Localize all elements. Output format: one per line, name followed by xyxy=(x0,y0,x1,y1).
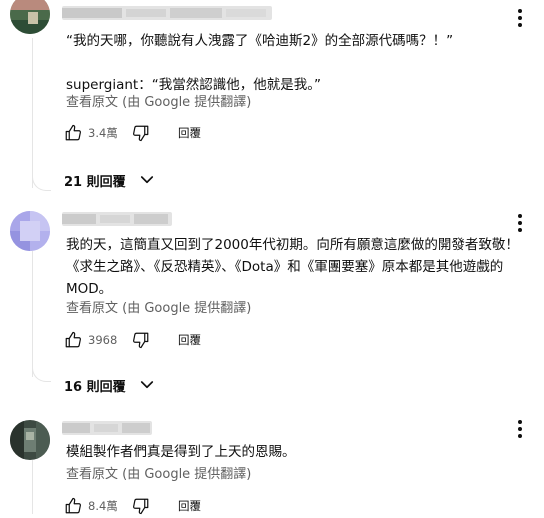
like-count: 8.4萬 xyxy=(88,499,118,513)
replies-count-label: 21 則回覆 xyxy=(64,174,126,190)
thumb-down-icon[interactable] xyxy=(132,497,150,515)
thumb-down-icon[interactable] xyxy=(132,331,150,349)
comment-1: “我的天哪，你聽說有人洩露了《哈迪斯2》的全部源代碼嗎？！” supergian… xyxy=(0,0,544,200)
see-original-link[interactable]: 查看原文 (由 Google 提供翻譯) xyxy=(66,94,251,112)
comment-2: 我的天，這簡直又回到了2000年代初期。向所有願意這麼做的開發者致敬！《求生之路… xyxy=(0,205,544,405)
author-name[interactable] xyxy=(62,212,172,226)
view-replies-button[interactable]: 21 則回覆 xyxy=(64,169,156,191)
thumb-up-icon[interactable] xyxy=(64,497,82,515)
view-replies-button[interactable]: 16 則回覆 xyxy=(64,374,156,396)
more-options-button[interactable] xyxy=(508,417,532,441)
author-name[interactable] xyxy=(62,421,152,435)
thumb-down-icon[interactable] xyxy=(132,124,150,142)
reply-button[interactable]: 回覆 xyxy=(178,332,201,348)
avatar[interactable] xyxy=(10,211,50,251)
avatar[interactable] xyxy=(10,420,50,460)
thread-line xyxy=(32,460,33,514)
reply-button[interactable]: 回覆 xyxy=(178,498,201,514)
thumb-up-icon[interactable] xyxy=(64,124,82,142)
action-toolbar: 3.4萬 回覆 xyxy=(64,121,201,145)
thread-curve xyxy=(32,363,51,382)
see-original-link[interactable]: 查看原文 (由 Google 提供翻譯) xyxy=(66,300,251,318)
action-toolbar: 8.4萬 回覆 xyxy=(64,494,201,518)
see-original-link[interactable]: 查看原文 (由 Google 提供翻譯) xyxy=(66,466,251,484)
thumb-up-icon[interactable] xyxy=(64,331,82,349)
replies-count-label: 16 則回覆 xyxy=(64,379,126,395)
chevron-down-icon xyxy=(140,176,153,184)
more-vertical-icon xyxy=(518,420,522,438)
comment-text: 模組製作者們真是得到了上天的恩賜。 xyxy=(66,444,296,460)
thread-line xyxy=(32,38,33,188)
more-options-button[interactable] xyxy=(508,211,532,235)
chevron-down-icon xyxy=(140,381,153,389)
more-options-button[interactable] xyxy=(508,6,532,30)
comment-3: 模組製作者們真是得到了上天的恩賜。 查看原文 (由 Google 提供翻譯) 8… xyxy=(0,414,544,515)
like-count: 3.4萬 xyxy=(88,126,118,140)
like-count: 3968 xyxy=(88,333,118,347)
comment-text: “我的天哪，你聽說有人洩露了《哈迪斯2》的全部源代碼嗎？！” supergian… xyxy=(66,33,454,93)
comment-text: 我的天，這簡直又回到了2000年代初期。向所有願意這麼做的開發者致敬！《求生之路… xyxy=(66,237,519,297)
more-vertical-icon xyxy=(518,9,522,27)
reply-button[interactable]: 回覆 xyxy=(178,125,201,141)
avatar[interactable] xyxy=(10,0,50,34)
more-vertical-icon xyxy=(518,214,522,232)
author-name[interactable] xyxy=(62,6,272,20)
thread-curve xyxy=(32,172,51,191)
action-toolbar: 3968 回覆 xyxy=(64,328,201,352)
thread-line xyxy=(32,251,33,377)
